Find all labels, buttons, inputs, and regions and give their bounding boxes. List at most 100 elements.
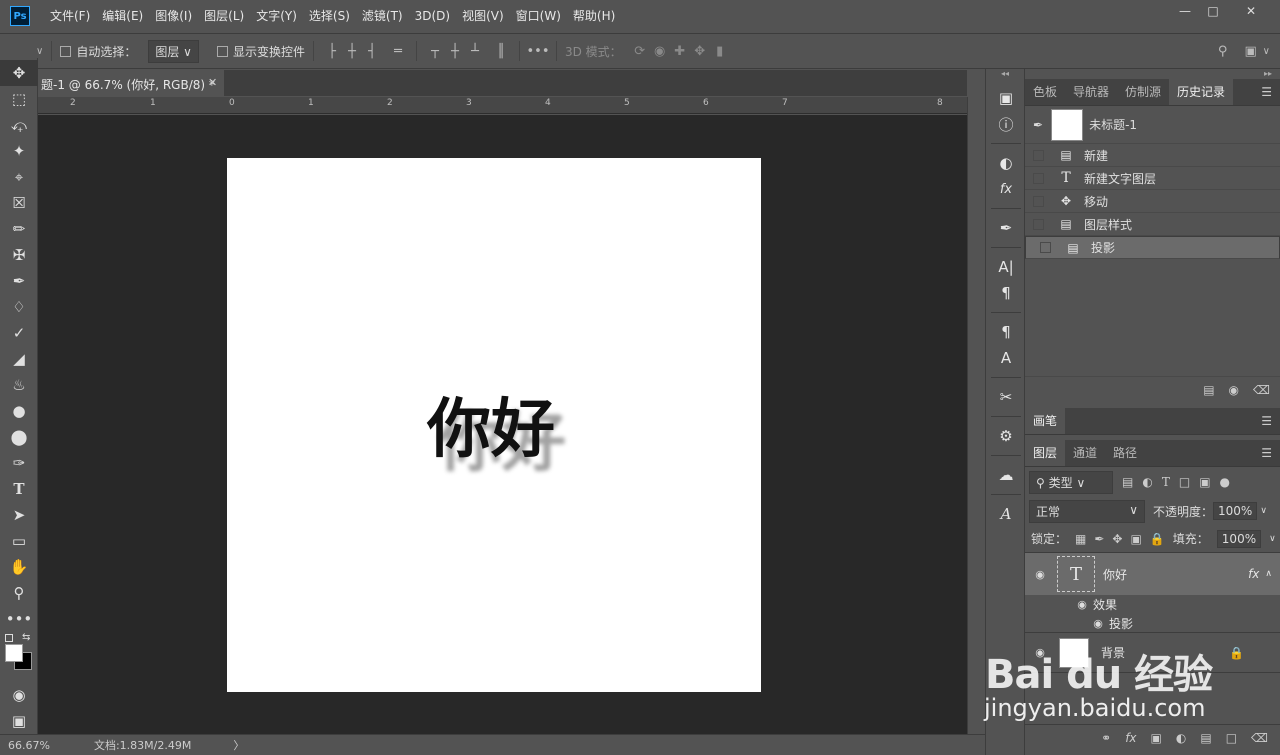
status-menu-icon[interactable]: 〉 xyxy=(233,737,244,753)
lock-position-icon[interactable]: ✥ xyxy=(1112,532,1122,546)
scale-3d-icon[interactable]: ▮ xyxy=(710,41,730,61)
menu-select[interactable]: 选择(S) xyxy=(303,0,356,32)
history-checkbox[interactable] xyxy=(1033,149,1044,161)
quick-select-tool-icon[interactable]: ✦ xyxy=(0,138,38,164)
menu-3d[interactable]: 3D(D) xyxy=(409,0,456,32)
dodge-tool-icon[interactable]: ⬤ xyxy=(0,424,38,450)
close-window-button[interactable]: ✕ xyxy=(1236,2,1266,20)
eraser-tool-icon[interactable]: ◢ xyxy=(0,346,38,372)
blur-tool-icon[interactable]: ● xyxy=(0,398,38,424)
minimize-button[interactable]: — xyxy=(1170,2,1200,20)
align-center-icon[interactable]: ┼ xyxy=(342,41,362,61)
tab-navigator[interactable]: 导航器 xyxy=(1065,79,1117,105)
history-brush-source-icon[interactable]: ✒ xyxy=(1033,118,1043,132)
menu-view[interactable]: 视图(V) xyxy=(456,0,510,32)
show-transform-checkbox[interactable] xyxy=(216,45,228,57)
fill-input[interactable]: 100% xyxy=(1216,529,1262,548)
quick-mask-icon[interactable]: ◉ xyxy=(0,682,38,708)
filter-kind-dropdown[interactable]: ⚲ 类型 ∨ xyxy=(1029,470,1113,494)
filter-toggle-icon[interactable]: ● xyxy=(1220,475,1230,489)
styles-panel-icon[interactable]: fx xyxy=(986,176,1026,202)
new-snapshot-icon[interactable]: ◉ xyxy=(1229,383,1239,397)
history-checkbox[interactable] xyxy=(1040,242,1051,253)
type-tool-icon[interactable]: T xyxy=(0,476,38,502)
history-checkbox[interactable] xyxy=(1033,218,1044,230)
default-colors-icon[interactable] xyxy=(5,634,13,642)
rectangle-tool-icon[interactable]: ▭ xyxy=(0,528,38,554)
pen-tool-icon[interactable]: ✑ xyxy=(0,450,38,476)
info-panel-icon[interactable]: ⓘ xyxy=(986,111,1026,137)
auto-select-target-dropdown[interactable]: 图层 ∨ xyxy=(148,39,199,63)
filter-adjustment-icon[interactable]: ◐ xyxy=(1142,475,1152,489)
swap-colors-icon[interactable]: ⇆ xyxy=(22,632,30,643)
effects-visibility-icon[interactable]: ◉ xyxy=(1075,598,1089,611)
text-layer-content[interactable]: 你好 xyxy=(427,378,555,470)
filter-smart-object-icon[interactable]: ▣ xyxy=(1199,475,1210,489)
edit-toolbar-icon[interactable]: ••• xyxy=(0,606,38,632)
panel-menu-icon[interactable]: ☰ xyxy=(1261,79,1272,105)
tab-paths[interactable]: 路径 xyxy=(1105,440,1145,466)
new-document-from-state-icon[interactable]: ▤ xyxy=(1203,383,1214,397)
tab-brushes[interactable]: 画笔 xyxy=(1025,408,1066,434)
lasso-tool-icon[interactable]: ⤽ xyxy=(0,112,38,138)
layer-effect-shadow-row[interactable]: ◉ 投影 xyxy=(1025,614,1280,633)
lock-all-icon[interactable]: 🔒 xyxy=(1150,532,1165,546)
menu-filter[interactable]: 滤镜(T) xyxy=(356,0,409,32)
new-layer-icon[interactable]: □ xyxy=(1226,731,1237,745)
character-panel-icon[interactable]: A| xyxy=(986,254,1026,280)
tab-history[interactable]: 历史记录 xyxy=(1169,79,1234,105)
lock-image-icon[interactable]: ✒ xyxy=(1094,532,1104,546)
collapse-dock-icon[interactable]: ◂◂ xyxy=(986,69,1024,79)
maximize-button[interactable]: □ xyxy=(1198,2,1228,20)
history-item[interactable]: ▤ 图层样式 xyxy=(1025,213,1280,236)
layer-row-text[interactable]: ◉ T 你好 fx ∧ xyxy=(1025,553,1280,595)
history-brush-tool-icon[interactable]: ✓ xyxy=(0,320,38,346)
layer-lock-icon[interactable]: 🔒 xyxy=(1229,646,1244,660)
align-left-icon[interactable]: ├ xyxy=(322,41,342,61)
menu-type[interactable]: 文字(Y) xyxy=(250,0,303,32)
add-style-icon[interactable]: fx xyxy=(1125,731,1136,745)
zoom-tool-icon[interactable]: ⚲ xyxy=(0,580,38,606)
history-item[interactable]: T 新建文字图层 xyxy=(1025,167,1280,190)
link-layers-icon[interactable]: ⚭ xyxy=(1101,731,1111,745)
move-tool-icon[interactable]: ✥ xyxy=(0,60,38,86)
history-checkbox[interactable] xyxy=(1033,172,1044,184)
align-vertical-icon[interactable]: ═ xyxy=(388,41,408,61)
vertical-scrollbar[interactable] xyxy=(967,97,985,734)
brush-tool-icon[interactable]: ✒ xyxy=(0,268,38,294)
layer-name[interactable]: 你好 xyxy=(1103,566,1127,583)
panel-menu-icon[interactable]: ☰ xyxy=(1261,440,1272,466)
filter-shape-icon[interactable]: □ xyxy=(1179,475,1190,489)
blend-mode-dropdown[interactable]: 正常 ∨ xyxy=(1029,499,1145,523)
shadow-visibility-icon[interactable]: ◉ xyxy=(1091,617,1105,630)
panel-menu-icon[interactable]: ☰ xyxy=(1261,408,1272,434)
filter-pixel-icon[interactable]: ▤ xyxy=(1122,475,1133,489)
align-top-icon[interactable]: ┬ xyxy=(425,41,445,61)
screen-mode-icon[interactable]: ▣ xyxy=(0,708,38,734)
delete-layer-icon[interactable]: ⌫ xyxy=(1251,731,1268,745)
collapse-effects-icon[interactable]: ∧ xyxy=(1265,569,1272,579)
opacity-chevron-icon[interactable]: ∨ xyxy=(1260,506,1267,516)
zoom-level[interactable]: 66.67% xyxy=(8,739,50,752)
new-adjustment-icon[interactable]: ◐ xyxy=(1176,731,1186,745)
workspace-icon[interactable]: ▣ xyxy=(1241,41,1261,61)
roll-3d-icon[interactable]: ◉ xyxy=(650,41,670,61)
menu-window[interactable]: 窗口(W) xyxy=(510,0,567,32)
auto-select-checkbox[interactable] xyxy=(60,45,72,57)
menu-edit[interactable]: 编辑(E) xyxy=(96,0,149,32)
foreground-color-swatch[interactable] xyxy=(5,644,23,662)
crop-tool-icon[interactable]: ⌖ xyxy=(0,164,38,190)
marquee-tool-icon[interactable]: ⬚ xyxy=(0,86,38,112)
search-icon[interactable]: ⚲ xyxy=(1213,41,1233,61)
libraries-panel-icon[interactable]: ☁ xyxy=(986,462,1026,488)
tab-swatches[interactable]: 色板 xyxy=(1025,79,1065,105)
menu-image[interactable]: 图像(I) xyxy=(149,0,198,32)
close-tab-icon[interactable]: ✕ xyxy=(208,76,217,89)
eyedropper-tool-icon[interactable]: ✏ xyxy=(0,216,38,242)
paragraph-panel-icon[interactable]: ¶ xyxy=(986,280,1026,306)
menu-help[interactable]: 帮助(H) xyxy=(567,0,621,32)
slide-3d-icon[interactable]: ✥ xyxy=(690,41,710,61)
delete-state-icon[interactable]: ⌫ xyxy=(1253,383,1270,397)
distribute-icon[interactable]: ║ xyxy=(491,41,511,61)
document-tab[interactable]: 题-1 @ 66.7% (你好, RGB/8) * xyxy=(38,70,224,96)
